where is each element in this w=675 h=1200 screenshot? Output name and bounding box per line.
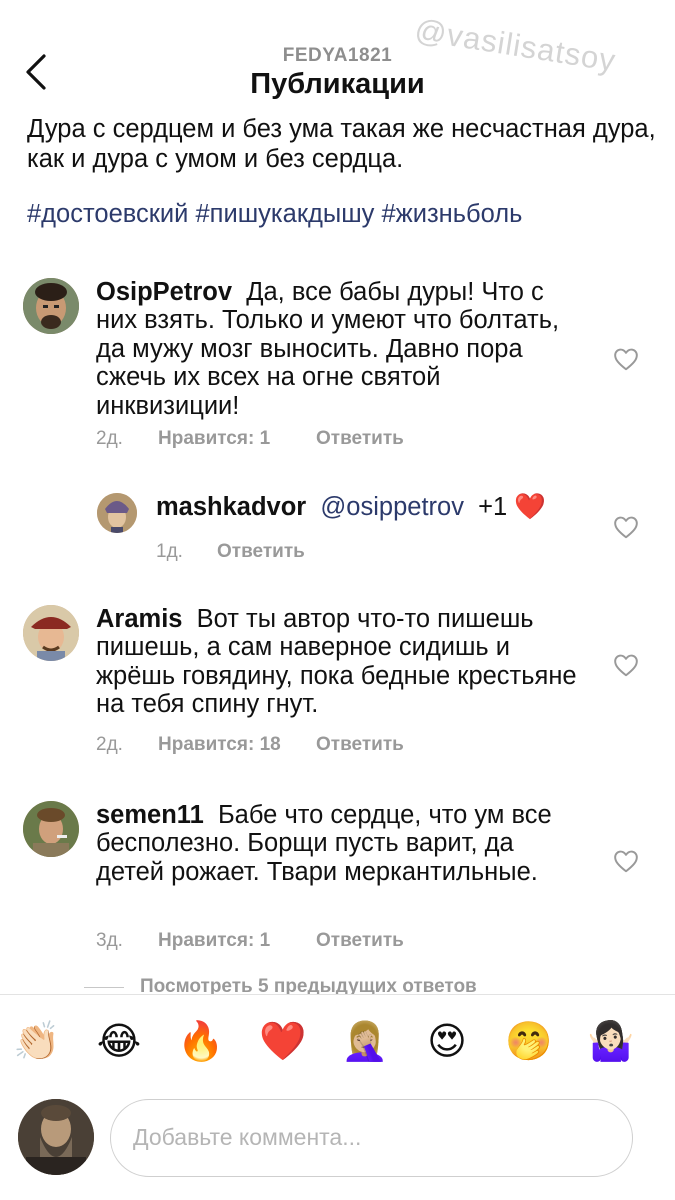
comment-time: 3д. [96,930,123,951]
comment-username[interactable]: Aramis [96,605,182,633]
comment-username[interactable]: OsipPetrov [96,278,232,306]
comment-time: 2д. [96,734,123,755]
comment-text: semen11 Бабе что сердце, что ум все бесп… [96,801,586,886]
heart-emoji: ❤️ [514,493,547,521]
comment-likes[interactable]: Нравится: 1 [158,930,270,952]
comment-meta: 3д. Нравится: 1 Ответить [96,930,496,954]
emoji-laughing[interactable]: 😂 [94,1019,144,1065]
emoji-fire[interactable]: 🔥 [176,1019,226,1065]
comment-aramis: Aramis Вот ты автор что-то пишешь пишешь… [0,604,675,764]
comment-time: 2д. [96,428,123,449]
reply-button[interactable]: Ответить [217,541,305,563]
reply-mashkadvor: mashkadvor @osippetrov +1 ❤️ 1д. Ответит… [0,490,675,570]
my-avatar[interactable] [18,1099,94,1175]
reply-button[interactable]: Ответить [316,930,404,952]
like-heart-icon[interactable] [613,653,639,677]
like-heart-icon[interactable] [613,849,639,873]
comment-composer: 👏🏻 😂 🔥 ❤️ 🤦🏼‍♀️ 😍 🤭 🤷🏻‍♀️ [0,994,675,1200]
reply-button[interactable]: Ответить [316,428,404,450]
post-hashtags[interactable]: #достоевский #пишукакдышу #жизньболь [27,199,522,229]
quick-emoji-bar: 👏🏻 😂 🔥 ❤️ 🤦🏼‍♀️ 😍 🤭 🤷🏻‍♀️ [0,1019,675,1069]
comment-likes[interactable]: Нравится: 18 [158,734,281,756]
comment-meta: 2д. Нравится: 18 Ответить [96,734,496,758]
comment-meta: 1д. Ответить [156,541,456,565]
emoji-heart[interactable]: ❤️ [258,1019,308,1065]
emoji-clapping[interactable]: 👏🏻 [12,1019,62,1065]
comment-input[interactable] [133,1100,613,1175]
view-previous-replies[interactable]: Посмотреть 5 предыдущих ответов [84,978,554,994]
emoji-shrug[interactable]: 🤷🏻‍♀️ [586,1019,636,1065]
comment-username[interactable]: semen11 [96,801,204,829]
comment-likes[interactable]: Нравится: 1 [158,428,270,450]
comment-text: mashkadvor @osippetrov +1 ❤️ [156,493,596,521]
comment-meta: 2д. Нравится: 1 Ответить [96,428,496,452]
avatar[interactable] [23,801,79,857]
comment-osippetrov: OsipPetrov Да, все бабы дуры! Что с них … [0,276,675,466]
comment-message: +1 [478,493,508,521]
comment-mention[interactable]: @osippetrov [320,493,464,521]
comment-input-box[interactable] [110,1099,633,1177]
avatar[interactable] [23,605,79,661]
reply-button[interactable]: Ответить [316,734,404,756]
divider-line [84,987,124,988]
comment-username[interactable]: mashkadvor [156,493,306,521]
post-caption: Дура с сердцем и без ума такая же несчас… [27,115,656,173]
comment-text: Aramis Вот ты автор что-то пишешь пишешь… [96,605,586,719]
avatar[interactable] [23,278,79,334]
like-heart-icon[interactable] [613,515,639,539]
view-replies-label: Посмотреть 5 предыдущих ответов [140,978,477,994]
emoji-hand-over-mouth[interactable]: 🤭 [504,1019,554,1065]
like-heart-icon[interactable] [613,347,639,371]
header: FEDYA1821 Публикации @vasilisatsoy [0,0,675,112]
comment-semen11: semen11 Бабе что сердце, что ум все бесп… [0,800,675,960]
avatar[interactable] [97,493,137,533]
emoji-heart-eyes[interactable]: 😍 [422,1019,472,1065]
comment-text: OsipPetrov Да, все бабы дуры! Что с них … [96,278,566,420]
comment-time: 1д. [156,541,183,562]
emoji-facepalm[interactable]: 🤦🏼‍♀️ [340,1019,390,1065]
